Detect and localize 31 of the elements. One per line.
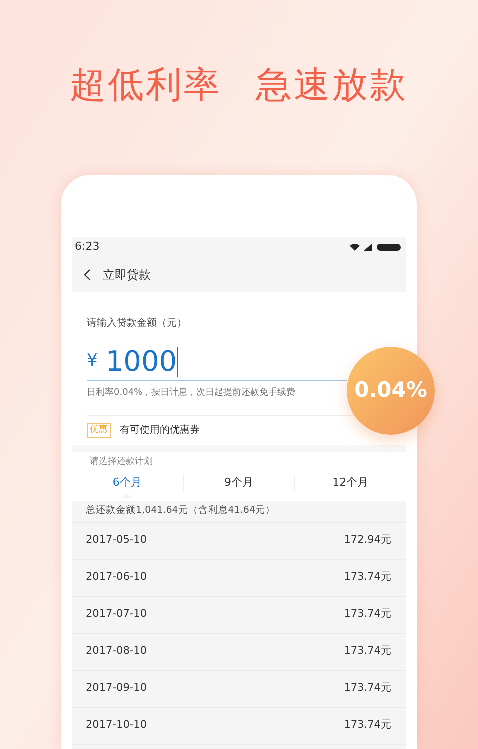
- repayment-amount: 173.74元: [344, 681, 392, 696]
- amount-field[interactable]: ¥ 1000: [87, 343, 347, 381]
- repayment-date: 2017-10-10: [86, 718, 148, 734]
- repayment-amount: 173.74元: [344, 607, 392, 622]
- repayment-date: 2017-09-10: [86, 681, 148, 696]
- coupon-text[interactable]: 有可使用的优惠券: [120, 422, 200, 438]
- currency-symbol: ¥: [87, 350, 98, 373]
- nav-title: 立即贷款: [103, 267, 151, 284]
- amount-value: 1000: [106, 348, 178, 376]
- plan-tab[interactable]: 9个月: [224, 474, 254, 492]
- rate-badge-text: 0.04%: [354, 377, 428, 404]
- headline: 急速放款: [256, 64, 408, 108]
- headline: 超低利率: [70, 64, 222, 108]
- repayment-amount: 173.74元: [344, 644, 392, 660]
- repayment-amount: 173.74元: [344, 570, 392, 586]
- text-cursor: [177, 346, 178, 376]
- status-icons: [349, 243, 403, 252]
- repayment-date: 2017-06-10: [86, 570, 148, 586]
- plan-label: 请选择还款计划: [89, 456, 154, 468]
- repayment-amount: 172.94元: [344, 533, 392, 548]
- repayment-amount: 173.74元: [344, 718, 392, 734]
- repayment-date: 2017-05-10: [86, 533, 148, 548]
- plan-tab[interactable]: 12个月: [332, 474, 369, 492]
- repayment-date: 2017-08-10: [86, 644, 148, 660]
- amount-label: 请输入贷款金额（元）: [87, 316, 188, 331]
- repayment-date: 2017-07-10: [86, 607, 148, 622]
- back-icon[interactable]: [84, 269, 91, 281]
- total-summary: 总还款金额1,041.64元（含利息41.64元）: [72, 501, 406, 523]
- status-time: 6:23: [75, 239, 100, 256]
- coupon-tag: 优惠: [87, 422, 111, 438]
- plan-tab[interactable]: 6个月: [112, 474, 142, 492]
